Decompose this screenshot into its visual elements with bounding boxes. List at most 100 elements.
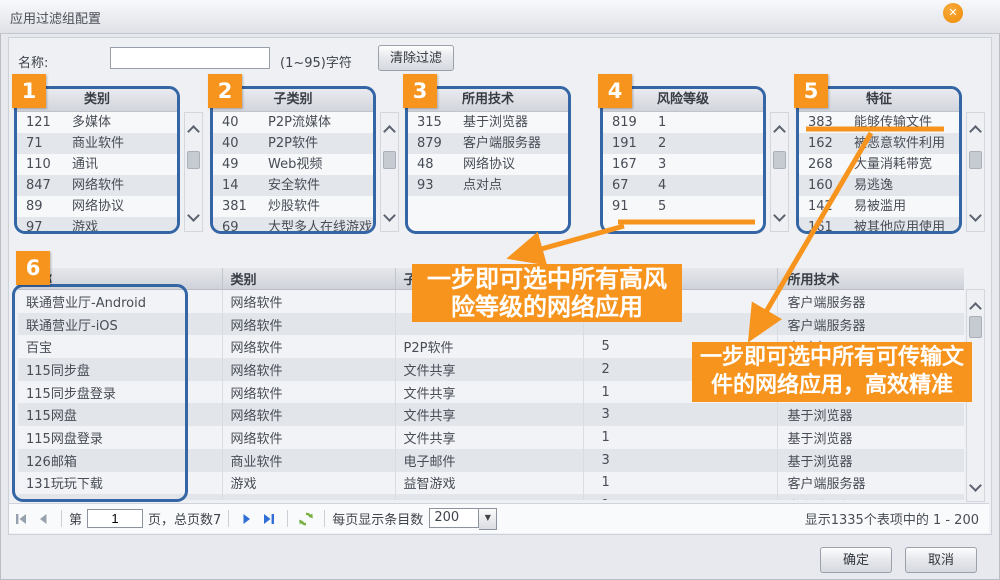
list-item[interactable]: 71商业软件 [17,133,177,154]
list-item[interactable]: 49Web视频 [213,154,373,175]
table-cell: 115同步盘登录 [18,381,222,404]
table-row[interactable]: 131玩玩游戏游戏益智游戏1客户端服务器 [18,494,964,500]
scroll-up-icon[interactable] [185,121,202,137]
list-item[interactable]: 819 1 [603,112,763,133]
scroll-down-icon[interactable] [967,475,984,491]
scroll-up-icon[interactable] [381,121,398,137]
item-label: 炒股软件 [268,199,320,214]
scroll-down-icon[interactable] [967,205,984,221]
table-row[interactable]: 115网盘登录网络软件文件共享1基于浏览器 [18,426,964,449]
first-page-icon[interactable] [13,511,29,527]
table-cell: 网络软件 [222,403,395,426]
item-label: 2 [658,136,666,151]
scrollbar-track[interactable] [184,112,203,232]
table-cell: 商业软件 [222,449,395,472]
subcategory-listbox: 子类别 40P2P流媒体40P2P软件49Web视频14安全软件381炒股软件6… [210,86,376,234]
list-item[interactable]: 381炒股软件 [213,196,373,217]
list-item[interactable]: 93点对点 [408,175,568,196]
list-item[interactable]: 847网络软件 [17,175,177,196]
ok-button[interactable]: 确定 [820,547,892,573]
table-row[interactable]: 126邮箱商业软件电子邮件3基于浏览器 [18,449,964,472]
list-item[interactable]: 879客户端服务器 [408,133,568,154]
step-badge-1: 1 [12,74,46,108]
list-item[interactable]: 48网络协议 [408,154,568,175]
table-cell: 客户端服务器 [777,494,964,500]
list-item[interactable]: 315基于浏览器 [408,112,568,133]
scrollbar-track[interactable] [966,112,985,232]
per-page-label: 每页显示条目数 [332,509,423,528]
table-cell: 1 [583,472,777,495]
item-count: 93 [408,175,451,196]
list-item[interactable]: 674 [603,175,763,196]
list-item[interactable]: 1673 [603,154,763,175]
scrollbar-track[interactable] [380,112,399,232]
clear-filter-button[interactable]: 清除过滤 [378,45,454,71]
list-item[interactable]: 162被恶意软件利用 [799,133,959,154]
dialog-app-filter-group: 应用过滤组配置 ✕ 名称: (1~95)字符 清除过滤 1 类别 121多媒体7… [0,0,1000,580]
list-item[interactable]: 142易被滥用 [799,196,959,217]
item-label: 能够传输文件 [854,115,932,130]
filter-list-feature: 5 特征 383能够传输文件162被恶意软件利用268大量消耗带宽160易逃逸1… [796,86,986,236]
scrollbar-track[interactable] [770,112,789,232]
scroll-down-icon[interactable] [381,205,398,221]
item-label: 网络协议 [72,199,124,214]
scrollbar-thumb[interactable] [969,151,982,169]
cancel-button[interactable]: 取消 [905,547,977,573]
item-count: 71 [17,133,60,154]
column-header[interactable]: 所用技术 [777,268,964,290]
column-header[interactable]: 类别 [222,268,395,290]
list-item[interactable]: 97游戏 [17,217,177,234]
table-cell: 电子邮件 [395,449,583,472]
close-icon[interactable]: ✕ [943,3,963,23]
item-count: 160 [799,175,842,196]
list-item[interactable]: 1912 [603,133,763,154]
table-row[interactable]: 115网盘网络软件文件共享3基于浏览器 [18,403,964,426]
page-number-input[interactable] [87,509,143,528]
scroll-up-icon[interactable] [967,298,984,314]
scrollbar-thumb[interactable] [187,151,200,169]
list-item[interactable]: 69大型多人在线游戏 [213,217,373,234]
item-count: 819 [603,112,646,133]
item-label: 1 [658,115,666,130]
name-hint: (1~95)字符 [280,52,352,71]
scroll-down-icon[interactable] [771,205,788,221]
list-item[interactable]: 160易逃逸 [799,175,959,196]
item-count: 879 [408,133,451,154]
category-listbox: 类别 121多媒体71商业软件110通讯847网络软件89网络协议97游戏 [14,86,180,234]
table-row[interactable]: 131玩玩下载游戏益智游戏1客户端服务器 [18,472,964,495]
dialog-titlebar: 应用过滤组配置 ✕ [0,0,1000,34]
last-page-icon[interactable] [261,511,277,527]
list-item[interactable]: 268大量消耗带宽 [799,154,959,175]
item-label: 安全软件 [268,178,320,193]
list-item[interactable]: 915 [603,196,763,217]
dialog-title: 应用过滤组配置 [10,8,101,27]
scrollbar-thumb[interactable] [383,151,396,169]
item-count: 40 [213,133,256,154]
refresh-icon[interactable] [298,511,314,527]
list-item[interactable]: 110通讯 [17,154,177,175]
item-label: 5 [658,199,666,214]
item-count: 383 [799,112,842,133]
list-item[interactable]: 121多媒体 [17,112,177,133]
prev-page-icon[interactable] [35,511,51,527]
table-cell: 1 [583,494,777,500]
scroll-up-icon[interactable] [967,121,984,137]
scrollbar-thumb[interactable] [969,316,982,338]
list-item[interactable]: 89网络协议 [17,196,177,217]
item-label: 多媒体 [72,115,111,130]
next-page-icon[interactable] [239,511,255,527]
scroll-down-icon[interactable] [185,205,202,221]
list-item[interactable]: 40P2P软件 [213,133,373,154]
scrollbar-thumb[interactable] [773,151,786,169]
item-count: 142 [799,196,842,217]
chevron-down-icon[interactable]: ▼ [479,508,497,530]
list-item[interactable]: 14安全软件 [213,175,373,196]
item-label: 大型多人在线游戏 [268,220,372,234]
list-item[interactable]: 40P2P流媒体 [213,112,373,133]
name-input[interactable] [110,47,270,69]
per-page-select[interactable]: 200 ▼ [429,508,497,530]
scroll-up-icon[interactable] [771,121,788,137]
item-label: 4 [658,178,666,193]
list-item[interactable]: 383 能够传输文件 [799,112,959,133]
list-item[interactable]: 161被其他应用使用 [799,217,959,234]
